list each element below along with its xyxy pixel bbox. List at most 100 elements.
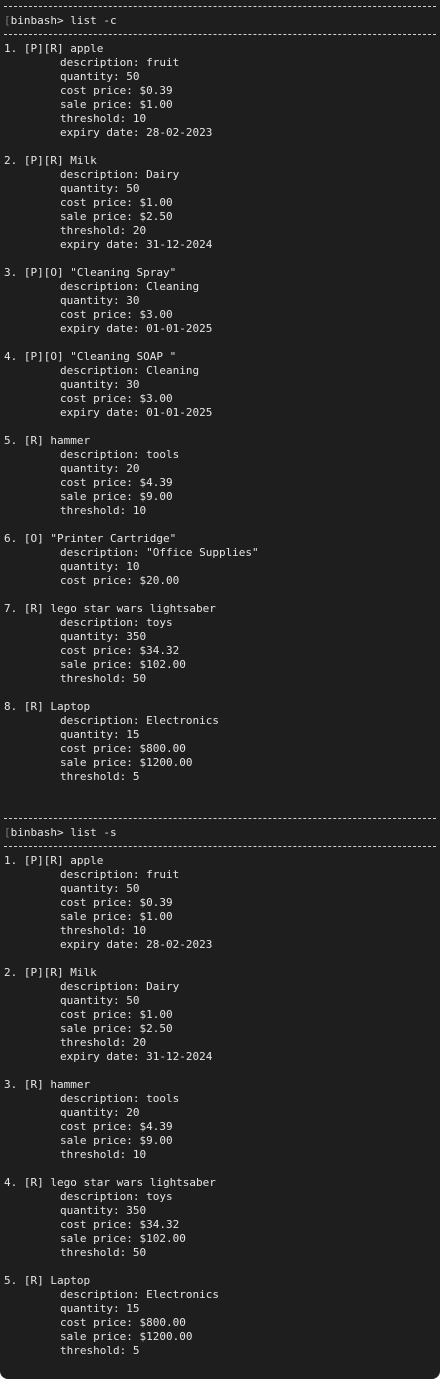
item-header: 6. [O] "Printer Cartridge" [4, 532, 177, 545]
list-item: 8. [R] Laptop description: Electronics qua… [4, 700, 436, 812]
item-field: cost price: $34.32 [60, 1218, 180, 1231]
item-field: cost price: $800.00 [60, 1316, 186, 1329]
item-field: description: toys [60, 1190, 173, 1203]
item-field: quantity: 20 [60, 462, 140, 475]
item-field: sale price: $102.00 [60, 1232, 186, 1245]
item-field: sale price: $2.50 [60, 210, 173, 223]
item-header: 2. [P][R] Milk [4, 154, 97, 167]
separator-line [4, 840, 436, 854]
item-field: cost price: $0.39 [60, 84, 173, 97]
item-field: threshold: 20 [60, 1036, 147, 1049]
command-prompt: binbash> list -s [10, 826, 117, 839]
item-header: 5. [R] Laptop [4, 1274, 91, 1287]
item-field: threshold: 10 [60, 1148, 147, 1161]
list-item: 6. [O] "Printer Cartridge" description: "… [4, 532, 436, 602]
item-field: threshold: 20 [60, 224, 147, 237]
item-field: threshold: 50 [60, 1246, 147, 1259]
list-item: 1. [P][R] apple description: fruit quantit… [4, 854, 436, 966]
item-field: description: toys [60, 616, 173, 629]
item-field: cost price: $4.39 [60, 476, 173, 489]
item-field: threshold: 10 [60, 504, 147, 517]
separator-line [4, 28, 436, 42]
item-field: sale price: $9.00 [60, 490, 173, 503]
item-field: description: tools [60, 1092, 180, 1105]
separator-line [4, 0, 436, 14]
item-field: expiry date: 28-02-2023 [60, 938, 213, 951]
item-field: expiry date: 01-01-2025 [60, 406, 213, 419]
item-field: cost price: $34.32 [60, 644, 180, 657]
item-field: description: Dairy [60, 168, 180, 181]
item-field: quantity: 30 [60, 294, 140, 307]
item-header: 2. [P][R] Milk [4, 966, 97, 979]
command-prompt: binbash> list -c [10, 14, 117, 27]
item-field: cost price: $3.00 [60, 392, 173, 405]
item-header: 5. [R] hammer [4, 434, 91, 447]
item-field: description: fruit [60, 868, 180, 881]
list-item: 2. [P][R] Milk description: Dairy quantity… [4, 154, 436, 266]
item-field: threshold: 10 [60, 112, 147, 125]
item-field: quantity: 15 [60, 728, 140, 741]
list-item: 3. [P][O] "Cleaning Spray" description: C… [4, 266, 436, 350]
item-header: 4. [P][O] "Cleaning SOAP " [4, 350, 177, 363]
item-header: 4. [R] lego star wars lightsaber [4, 1176, 216, 1189]
command-prompt-line: [binbash> list -s [4, 826, 436, 840]
item-field: cost price: $4.39 [60, 1120, 173, 1133]
item-field: quantity: 350 [60, 1204, 147, 1217]
item-field: cost price: $800.00 [60, 742, 186, 755]
list-item: 7. [R] lego star wars lightsaber descript… [4, 602, 436, 700]
item-field: quantity: 350 [60, 630, 147, 643]
terminal-window[interactable]: [binbash> list -c 1. [P][R] apple descript… [0, 0, 440, 1379]
item-field: sale price: $1.00 [60, 910, 173, 923]
item-field: cost price: $1.00 [60, 1008, 173, 1021]
item-field: expiry date: 31-12-2024 [60, 1050, 213, 1063]
command-prompt-line: [binbash> list -c [4, 14, 436, 28]
item-field: description: Dairy [60, 980, 180, 993]
item-header: 3. [R] hammer [4, 1078, 91, 1091]
item-field: cost price: $3.00 [60, 308, 173, 321]
item-field: quantity: 10 [60, 560, 140, 573]
item-field: cost price: $20.00 [60, 574, 180, 587]
item-field: quantity: 50 [60, 182, 140, 195]
item-header: 7. [R] lego star wars lightsaber [4, 602, 216, 615]
item-field: cost price: $1.00 [60, 196, 173, 209]
terminal-output: [binbash> list -c 1. [P][R] apple descript… [4, 0, 436, 1372]
item-field: quantity: 30 [60, 378, 140, 391]
list-item: 3. [R] hammer description: tools quantity:… [4, 1078, 436, 1176]
item-field: quantity: 50 [60, 994, 140, 1007]
list-item: 5. [R] hammer description: tools quantity:… [4, 434, 436, 532]
item-field: sale price: $2.50 [60, 1022, 173, 1035]
item-field: expiry date: 31-12-2024 [60, 238, 213, 251]
item-field: cost price: $0.39 [60, 896, 173, 909]
list-item: 1. [P][R] apple description: fruit quantit… [4, 42, 436, 154]
item-field: sale price: $1.00 [60, 98, 173, 111]
item-field: description: Cleaning [60, 280, 200, 293]
item-field: quantity: 50 [60, 882, 140, 895]
item-field: quantity: 50 [60, 70, 140, 83]
list-item: 4. [P][O] "Cleaning SOAP " description: C… [4, 350, 436, 434]
item-field: sale price: $9.00 [60, 1134, 173, 1147]
item-field: sale price: $102.00 [60, 658, 186, 671]
item-header: 3. [P][O] "Cleaning Spray" [4, 266, 177, 279]
item-field: threshold: 10 [60, 924, 147, 937]
item-header: 1. [P][R] apple [4, 854, 104, 867]
item-field: threshold: 5 [60, 770, 140, 783]
item-field: quantity: 20 [60, 1106, 140, 1119]
list-item: 2. [P][R] Milk description: Dairy quantity… [4, 966, 436, 1078]
separator-line [4, 812, 436, 826]
item-field: threshold: 5 [60, 1344, 140, 1357]
item-header: 8. [R] Laptop [4, 700, 91, 713]
item-field: expiry date: 01-01-2025 [60, 322, 213, 335]
item-header: 1. [P][R] apple [4, 42, 104, 55]
item-field: description: Cleaning [60, 364, 200, 377]
item-field: threshold: 50 [60, 672, 147, 685]
list-item: 5. [R] Laptop description: Electronics qua… [4, 1274, 436, 1372]
